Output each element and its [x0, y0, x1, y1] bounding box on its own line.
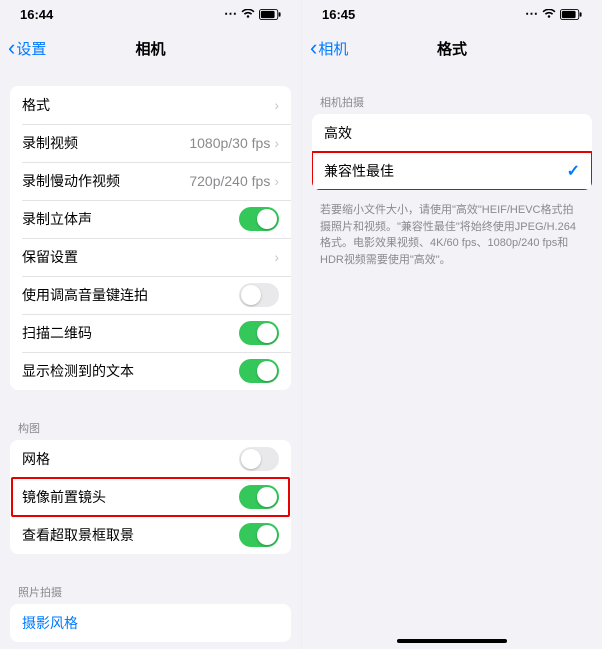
status-right: ⋯: [224, 6, 281, 22]
chevron-right-icon: ›: [274, 135, 279, 151]
group-photo-capture: 摄影风格: [10, 604, 291, 642]
back-label: 设置: [16, 38, 46, 59]
group-formats: 高效 兼容性最佳 ✓: [312, 114, 592, 190]
toggle-volume-burst[interactable]: [239, 283, 279, 307]
row-volume-burst[interactable]: 使用调高音量键连拍: [10, 276, 291, 314]
row-grid[interactable]: 网格: [10, 440, 291, 478]
row-high-efficiency[interactable]: 高效: [312, 114, 592, 152]
chevron-right-icon: ›: [274, 249, 279, 265]
header-photo-capture: 照片拍摄: [0, 576, 301, 604]
toggle-qr[interactable]: [239, 321, 279, 345]
chevron-left-icon: ‹: [310, 37, 317, 59]
wifi-icon: [542, 9, 556, 19]
chevron-left-icon: ‹: [8, 37, 15, 59]
header-composition: 构图: [0, 412, 301, 440]
nav-bar: ‹ 相机 格式: [302, 28, 602, 68]
row-record-video[interactable]: 录制视频 1080p/30 fps ›: [10, 124, 291, 162]
toggle-view-outside-frame[interactable]: [239, 523, 279, 547]
battery-icon: [259, 9, 281, 20]
content: 相机拍摄 高效 兼容性最佳 ✓ 若要缩小文件大小，请使用"高效"HEIF/HEV…: [302, 68, 602, 649]
row-photographic-styles[interactable]: 摄影风格: [10, 604, 291, 642]
row-view-outside-frame[interactable]: 查看超取景框取景: [10, 516, 291, 554]
group-main: 格式 › 录制视频 1080p/30 fps › 录制慢动作视频 720p/24…: [10, 86, 291, 390]
row-formats[interactable]: 格式 ›: [10, 86, 291, 124]
toggle-live-text[interactable]: [239, 359, 279, 383]
row-live-text[interactable]: 显示检测到的文本: [10, 352, 291, 390]
chevron-right-icon: ›: [274, 173, 279, 189]
dots-icon: ⋯: [525, 6, 538, 22]
back-button[interactable]: ‹ 设置: [8, 37, 46, 59]
checkmark-icon: ✓: [567, 161, 580, 181]
status-bar: 16:45 ⋯: [302, 0, 602, 28]
nav-bar: ‹ 设置 相机: [0, 28, 301, 68]
row-stereo[interactable]: 录制立体声: [10, 200, 291, 238]
back-button[interactable]: ‹ 相机: [310, 37, 348, 59]
toggle-grid[interactable]: [239, 447, 279, 471]
battery-icon: [560, 9, 582, 20]
header-camera-capture: 相机拍摄: [302, 86, 602, 114]
phone-formats: 16:45 ⋯ ‹ 相机 格式 相机拍摄 高效 兼容性最佳 ✓: [301, 0, 602, 649]
status-right: ⋯: [525, 6, 582, 22]
row-qr[interactable]: 扫描二维码: [10, 314, 291, 352]
home-indicator[interactable]: [397, 639, 507, 643]
toggle-mirror-front[interactable]: [239, 485, 279, 509]
status-time: 16:44: [20, 7, 53, 22]
dots-icon: ⋯: [224, 6, 237, 22]
footer-formats: 若要缩小文件大小，请使用"高效"HEIF/HEVC格式拍摄照片和视频。"兼容性最…: [302, 196, 602, 280]
row-preserve[interactable]: 保留设置 ›: [10, 238, 291, 276]
status-time: 16:45: [322, 7, 355, 22]
content: 格式 › 录制视频 1080p/30 fps › 录制慢动作视频 720p/24…: [0, 68, 301, 649]
row-mirror-front[interactable]: 镜像前置镜头: [10, 478, 291, 516]
phone-camera-settings: 16:44 ⋯ ‹ 设置 相机 格式 › 录制视频 1080p/30 fps ›…: [0, 0, 301, 649]
back-label: 相机: [318, 38, 348, 59]
row-record-slomo[interactable]: 录制慢动作视频 720p/240 fps ›: [10, 162, 291, 200]
toggle-stereo[interactable]: [239, 207, 279, 231]
row-most-compatible[interactable]: 兼容性最佳 ✓: [312, 152, 592, 190]
group-composition: 网格 镜像前置镜头 查看超取景框取景: [10, 440, 291, 554]
chevron-right-icon: ›: [274, 97, 279, 113]
wifi-icon: [241, 9, 255, 19]
status-bar: 16:44 ⋯: [0, 0, 301, 28]
